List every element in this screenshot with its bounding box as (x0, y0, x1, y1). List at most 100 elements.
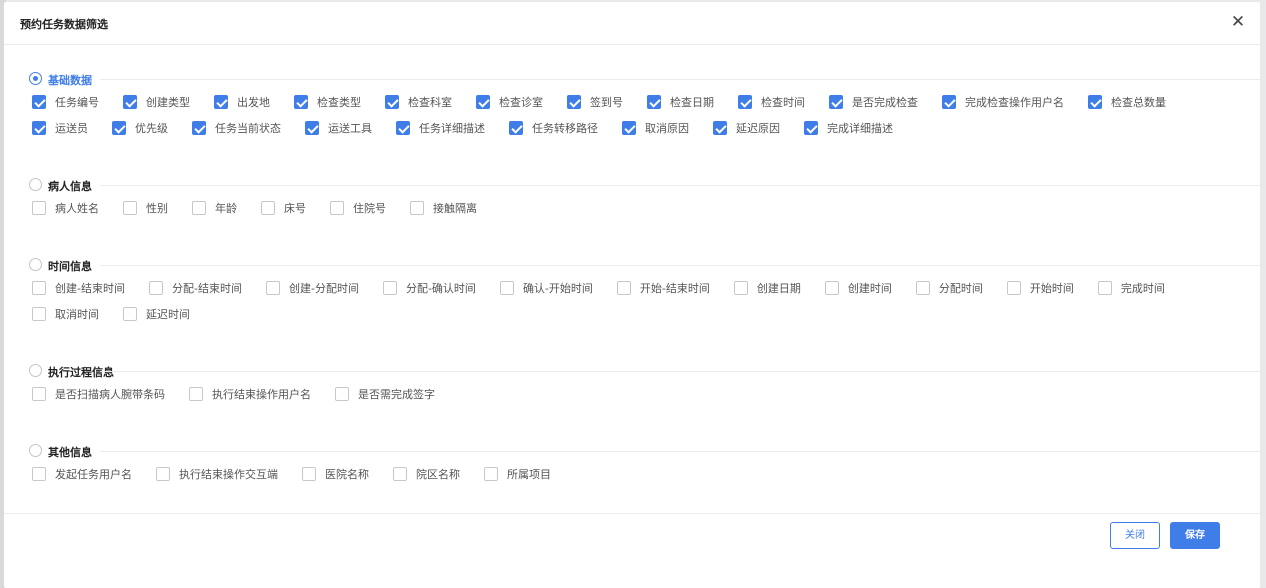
section-title[interactable]: 执行过程信息 (48, 364, 114, 380)
checkbox-unchecked-icon[interactable] (192, 201, 206, 215)
section-radio[interactable] (29, 364, 42, 377)
option-item[interactable]: 是否需完成签字 (335, 386, 435, 402)
option-item[interactable]: 出发地 (214, 94, 270, 110)
option-item[interactable]: 延迟原因 (713, 120, 780, 136)
checkbox-checked-icon[interactable] (192, 121, 206, 135)
checkbox-checked-icon[interactable] (305, 121, 319, 135)
checkbox-unchecked-icon[interactable] (733, 281, 748, 295)
checkbox-unchecked-icon[interactable] (302, 467, 316, 481)
section-title[interactable]: 基础数据 (48, 72, 92, 88)
option-item[interactable]: 检查诊室 (476, 94, 543, 110)
option-item[interactable]: 病人姓名 (32, 200, 99, 216)
checkbox-unchecked-icon[interactable] (484, 467, 498, 481)
checkbox-checked-icon[interactable] (622, 121, 636, 135)
option-item[interactable]: 执行结束操作用户名 (189, 386, 311, 402)
checkbox-unchecked-icon[interactable] (330, 201, 344, 215)
section-radio[interactable] (29, 72, 42, 85)
option-item[interactable]: 任务编号 (32, 94, 99, 110)
close-button[interactable]: 关闭 (1110, 522, 1160, 549)
checkbox-unchecked-icon[interactable] (382, 281, 397, 295)
option-item[interactable]: 性别 (123, 200, 168, 216)
save-button[interactable]: 保存 (1170, 522, 1220, 549)
checkbox-checked-icon[interactable] (509, 121, 523, 135)
checkbox-checked-icon[interactable] (713, 121, 727, 135)
option-item[interactable]: 运送工具 (305, 120, 372, 136)
checkbox-unchecked-icon[interactable] (393, 467, 407, 481)
option-item[interactable]: 完成时间 (1097, 280, 1165, 296)
option-item[interactable]: 分配-确认时间 (382, 280, 476, 296)
checkbox-checked-icon[interactable] (294, 95, 308, 109)
option-item[interactable]: 发起任务用户名 (32, 466, 132, 482)
section-radio[interactable] (29, 444, 42, 457)
option-item[interactable]: 创建-分配时间 (265, 280, 359, 296)
option-item[interactable]: 取消原因 (622, 120, 689, 136)
option-item[interactable]: 确认-开始时间 (499, 280, 593, 296)
checkbox-unchecked-icon[interactable] (499, 281, 514, 295)
checkbox-checked-icon[interactable] (396, 121, 410, 135)
option-item[interactable]: 执行结束操作交互端 (156, 466, 278, 482)
checkbox-checked-icon[interactable] (123, 95, 137, 109)
option-item[interactable]: 取消时间 (32, 306, 99, 322)
checkbox-unchecked-icon[interactable] (148, 281, 163, 295)
option-item[interactable]: 分配-结束时间 (148, 280, 242, 296)
checkbox-checked-icon[interactable] (32, 95, 46, 109)
checkbox-unchecked-icon[interactable] (1006, 281, 1021, 295)
checkbox-unchecked-icon[interactable] (824, 281, 839, 295)
option-item[interactable]: 开始-结束时间 (616, 280, 710, 296)
option-item[interactable]: 检查科室 (385, 94, 452, 110)
option-item[interactable]: 任务详细描述 (396, 120, 485, 136)
option-item[interactable]: 运送员 (32, 120, 88, 136)
option-item[interactable]: 完成检查操作用户名 (942, 94, 1064, 110)
checkbox-checked-icon[interactable] (738, 95, 752, 109)
checkbox-checked-icon[interactable] (567, 95, 581, 109)
checkbox-unchecked-icon[interactable] (123, 201, 137, 215)
section-title[interactable]: 其他信息 (48, 444, 92, 460)
checkbox-unchecked-icon[interactable] (123, 307, 137, 321)
option-item[interactable]: 优先级 (112, 120, 168, 136)
option-item[interactable]: 创建日期 (733, 280, 801, 296)
option-item[interactable]: 检查总数量 (1088, 94, 1166, 110)
option-item[interactable]: 检查日期 (647, 94, 714, 110)
checkbox-checked-icon[interactable] (1088, 95, 1102, 109)
option-item[interactable]: 住院号 (330, 200, 386, 216)
section-radio[interactable] (29, 178, 42, 191)
checkbox-checked-icon[interactable] (112, 121, 126, 135)
checkbox-unchecked-icon[interactable] (189, 387, 203, 401)
checkbox-checked-icon[interactable] (804, 121, 818, 135)
option-item[interactable]: 是否扫描病人腕带条码 (32, 386, 165, 402)
option-item[interactable]: 完成详细描述 (804, 120, 893, 136)
option-item[interactable]: 任务当前状态 (192, 120, 281, 136)
checkbox-unchecked-icon[interactable] (616, 281, 631, 295)
checkbox-checked-icon[interactable] (476, 95, 490, 109)
checkbox-unchecked-icon[interactable] (1097, 281, 1112, 295)
option-item[interactable]: 延迟时间 (123, 306, 190, 322)
section-title[interactable]: 时间信息 (48, 258, 92, 274)
checkbox-unchecked-icon[interactable] (335, 387, 349, 401)
checkbox-unchecked-icon[interactable] (32, 467, 46, 481)
option-item[interactable]: 创建-结束时间 (32, 280, 125, 296)
checkbox-checked-icon[interactable] (214, 95, 228, 109)
option-item[interactable]: 床号 (261, 200, 306, 216)
close-icon[interactable]: ✕ (1228, 12, 1248, 32)
checkbox-unchecked-icon[interactable] (915, 281, 930, 295)
option-item[interactable]: 所属项目 (484, 466, 551, 482)
section-radio[interactable] (29, 258, 42, 271)
checkbox-unchecked-icon[interactable] (261, 201, 275, 215)
option-item[interactable]: 接触隔离 (410, 200, 477, 216)
checkbox-unchecked-icon[interactable] (265, 281, 280, 295)
checkbox-checked-icon[interactable] (385, 95, 399, 109)
option-item[interactable]: 分配时间 (915, 280, 983, 296)
checkbox-checked-icon[interactable] (829, 95, 843, 109)
checkbox-checked-icon[interactable] (32, 121, 46, 135)
checkbox-unchecked-icon[interactable] (32, 201, 46, 215)
checkbox-unchecked-icon[interactable] (32, 387, 46, 401)
option-item[interactable]: 开始时间 (1006, 280, 1074, 296)
option-item[interactable]: 检查时间 (738, 94, 805, 110)
checkbox-checked-icon[interactable] (647, 95, 661, 109)
checkbox-unchecked-icon[interactable] (32, 281, 46, 295)
section-title[interactable]: 病人信息 (48, 178, 92, 194)
option-item[interactable]: 任务转移路径 (509, 120, 598, 136)
option-item[interactable]: 签到号 (567, 94, 623, 110)
checkbox-unchecked-icon[interactable] (156, 467, 170, 481)
option-item[interactable]: 创建类型 (123, 94, 190, 110)
